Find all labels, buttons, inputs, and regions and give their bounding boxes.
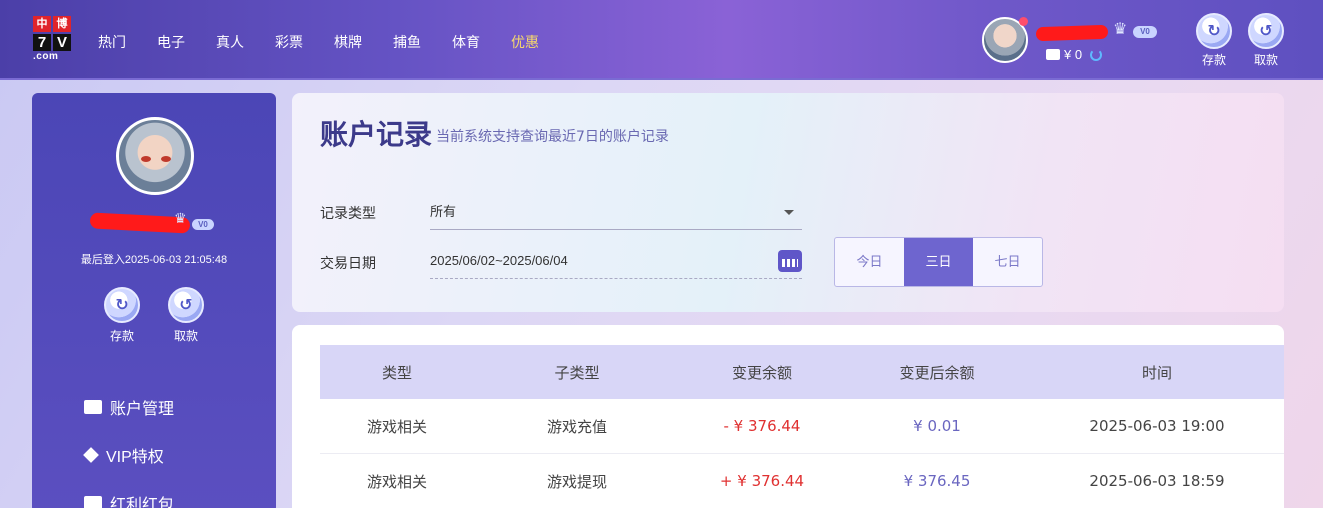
withdraw-label: 取款 — [1253, 53, 1278, 67]
nav-item-promotions[interactable]: 优惠 — [511, 32, 539, 52]
page-title: 账户记录 — [320, 118, 433, 151]
card-icon — [84, 400, 102, 414]
column-header-time: 时间 — [1141, 363, 1172, 382]
avatar[interactable] — [116, 117, 194, 195]
calendar-icon[interactable] — [778, 250, 802, 272]
site-logo[interactable]: 中 博 7 V .com — [33, 16, 73, 64]
date-range-toggle: 今日 三日 七日 — [834, 237, 1043, 287]
wallet-balance: ¥ 0 — [1046, 47, 1103, 62]
cell-balance: ¥ 0.01 — [913, 417, 961, 435]
date-range-value: 2025/06/02~2025/06/04 — [430, 253, 568, 268]
deposit-icon: ↻ — [1196, 13, 1232, 49]
chevron-down-icon — [784, 210, 794, 215]
sidebar-deposit-button[interactable]: ↻ 存款 — [100, 287, 144, 344]
diamond-icon — [83, 447, 99, 463]
date-range-input[interactable]: 2025/06/02~2025/06/04 — [430, 243, 802, 279]
gift-icon — [84, 496, 102, 508]
logo-char: V — [53, 34, 71, 51]
cell-type: 游戏相关 — [366, 417, 427, 436]
cell-time: 2025-06-03 19:00 — [1089, 417, 1225, 435]
logo-char: 7 — [33, 34, 51, 51]
page-subtitle: 当前系统支持查询最近7日的账户记录 — [436, 129, 669, 145]
sidebar-withdraw-button[interactable]: ↺ 取款 — [164, 287, 208, 344]
deposit-label: 存款 — [109, 329, 134, 343]
withdraw-button[interactable]: ↺ 取款 — [1246, 13, 1286, 68]
cell-change: - ¥ 376.44 — [723, 417, 801, 435]
cell-change: + ¥ 376.44 — [719, 472, 805, 490]
balance-value: ¥ 0 — [1064, 47, 1083, 62]
nav-item-sports[interactable]: 体育 — [452, 32, 480, 52]
logo-domain: .com — [33, 51, 59, 62]
deposit-button[interactable]: ↻ 存款 — [1194, 13, 1234, 68]
cell-time: 2025-06-03 18:59 — [1089, 472, 1225, 490]
records-table: 类型 子类型 变更余额 变更后余额 时间 游戏相关 游戏充值 - ¥ 376.4… — [320, 345, 1284, 508]
sidebar-item-vip[interactable]: VIP特权 — [83, 431, 174, 479]
deposit-icon: ↻ — [104, 287, 140, 323]
withdraw-icon: ↺ — [1248, 13, 1284, 49]
refresh-icon[interactable] — [1090, 48, 1103, 61]
records-panel: 类型 子类型 变更余额 变更后余额 时间 游戏相关 游戏充值 - ¥ 376.4… — [292, 325, 1284, 508]
sidebar-item-label: 账户管理 — [110, 401, 175, 418]
table-header-row: 类型 子类型 变更余额 变更后余额 时间 — [320, 345, 1284, 399]
crown-icon: ♛ — [174, 210, 187, 226]
nav-item-lottery[interactable]: 彩票 — [275, 32, 303, 52]
range-seven-days-button[interactable]: 七日 — [973, 238, 1042, 286]
vip-badge: V0 — [1133, 26, 1157, 38]
sidebar: ♛ V0 最后登入2025-06-03 21:05:48 ↻ 存款 ↺ 取款 账… — [32, 93, 276, 508]
vip-badge: V0 — [192, 219, 214, 230]
column-header-type: 类型 — [381, 363, 412, 382]
record-type-label: 记录类型 — [320, 206, 376, 222]
avatar[interactable] — [982, 17, 1028, 63]
notification-dot-icon — [1019, 17, 1028, 26]
withdraw-icon: ↺ — [168, 287, 204, 323]
range-today-button[interactable]: 今日 — [835, 238, 904, 286]
table-row: 游戏相关 游戏提现 + ¥ 376.44 ¥ 376.45 2025-06-03… — [320, 454, 1284, 508]
nav-item-hot[interactable]: 热门 — [98, 32, 126, 52]
record-type-select[interactable]: 所有 — [430, 194, 802, 230]
avatar-detail — [141, 156, 151, 162]
column-header-change: 变更余额 — [731, 363, 792, 382]
main-nav: 热门 电子 真人 彩票 棋牌 捕鱼 体育 优惠 — [98, 32, 570, 52]
range-three-days-button[interactable]: 三日 — [904, 238, 973, 286]
cell-subtype: 游戏提现 — [546, 472, 607, 491]
logo-char: 博 — [53, 16, 71, 32]
last-login-text: 最后登入2025-06-03 21:05:48 — [80, 254, 228, 266]
logo-char: 中 — [33, 16, 51, 32]
nav-item-fishing[interactable]: 捕鱼 — [393, 32, 421, 52]
crown-icon: ♛ — [1113, 21, 1128, 38]
cell-balance: ¥ 376.45 — [903, 472, 971, 490]
redacted-username — [1035, 24, 1109, 42]
sidebar-menu: 账户管理 VIP特权 红利红包 — [83, 383, 174, 508]
cell-type: 游戏相关 — [366, 472, 427, 491]
nav-item-slots[interactable]: 电子 — [157, 32, 185, 52]
sidebar-item-label: 红利红包 — [110, 497, 175, 508]
deposit-label: 存款 — [1201, 53, 1226, 67]
avatar-detail — [161, 156, 171, 162]
top-bar: 中 博 7 V .com 热门 电子 真人 彩票 棋牌 捕鱼 体育 优惠 ♛ V… — [0, 0, 1323, 80]
sidebar-item-bonus[interactable]: 红利红包 — [84, 479, 174, 508]
cell-subtype: 游戏充值 — [546, 417, 607, 436]
nav-item-cards[interactable]: 棋牌 — [334, 32, 362, 52]
record-type-value: 所有 — [430, 204, 457, 219]
table-row: 游戏相关 游戏充值 - ¥ 376.44 ¥ 0.01 2025-06-03 1… — [320, 399, 1284, 454]
sidebar-item-label: VIP特权 — [106, 449, 164, 466]
withdraw-label: 取款 — [173, 329, 198, 343]
column-header-balance: 变更后余额 — [899, 363, 975, 382]
trade-date-label: 交易日期 — [320, 256, 376, 272]
column-header-subtype: 子类型 — [554, 363, 600, 382]
wallet-icon — [1046, 49, 1060, 60]
filter-panel: 账户记录 当前系统支持查询最近7日的账户记录 记录类型 所有 交易日期 2025… — [292, 93, 1284, 312]
nav-item-live[interactable]: 真人 — [216, 32, 244, 52]
sidebar-item-account[interactable]: 账户管理 — [84, 383, 174, 431]
